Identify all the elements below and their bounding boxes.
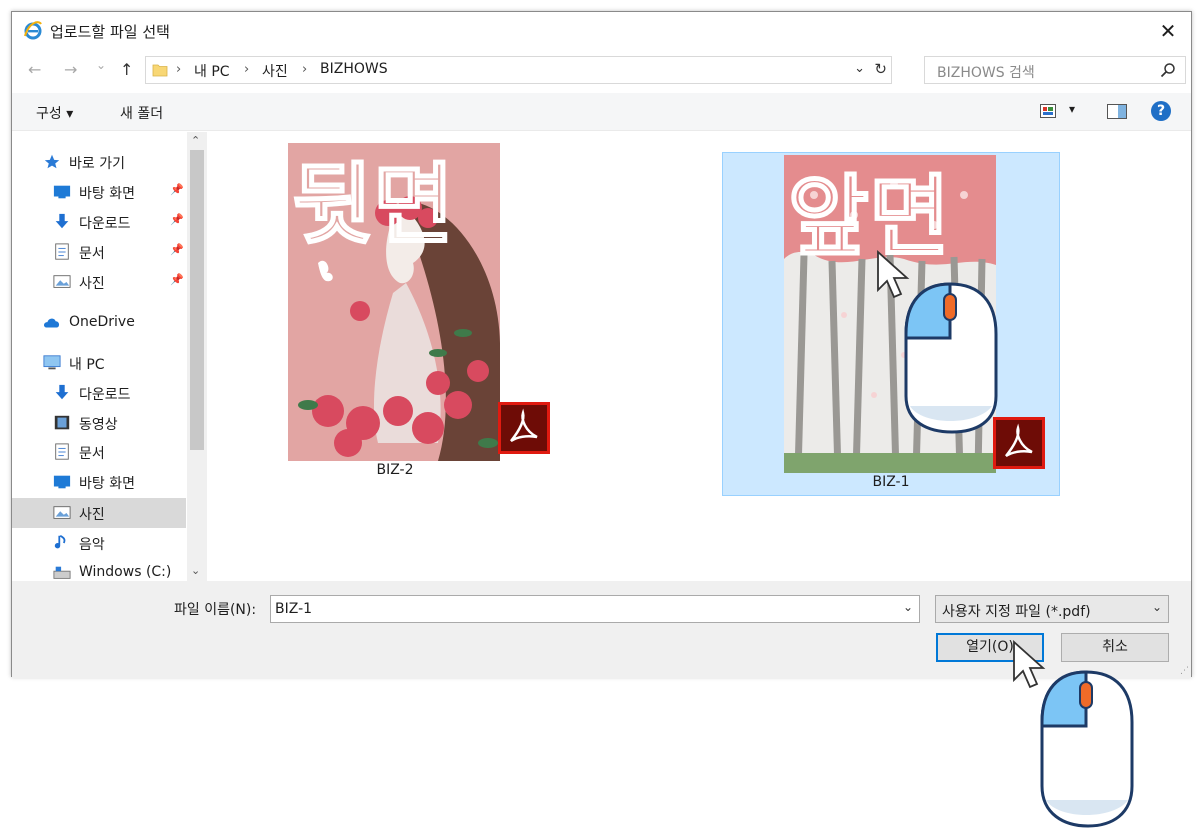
pdf-icon (498, 402, 550, 454)
sidebar-item-label: OneDrive (69, 314, 135, 330)
sidebar-item[interactable]: 바로 가기 (12, 147, 186, 177)
navigation-scrollbar[interactable]: ⌃ ⌄ (187, 132, 207, 581)
file-thumbnail: 뒷면 (288, 143, 500, 461)
sidebar-item-label: 문서 (79, 446, 105, 462)
sidebar-item[interactable]: 동영상 (12, 408, 186, 438)
sidebar-item-label: 사진 (79, 276, 105, 292)
filetype-dropdown-icon[interactable]: ⌄ (1152, 600, 1162, 614)
sidebar-item-label: 사진 (79, 507, 105, 523)
download-icon (55, 384, 69, 400)
filetype-select[interactable]: 사용자 지정 파일 (*.pdf) ⌄ (935, 595, 1169, 623)
pc-icon (43, 355, 61, 370)
file-name: BIZ-2 (376, 462, 414, 478)
preview-pane-icon[interactable] (1107, 104, 1127, 119)
sidebar-item-label: 다운로드 (79, 387, 131, 403)
address-bar[interactable]: › 내 PC › 사진 › BIZHOWS ⌄ ↻ (145, 56, 892, 84)
help-icon[interactable]: ? (1151, 101, 1171, 121)
organize-button[interactable]: 구성 ▾ (36, 103, 73, 123)
view-dropdown-icon[interactable]: ▾ (1069, 102, 1075, 116)
sidebar-item[interactable]: 음악 (12, 528, 186, 558)
sidebar-item-label: 바로 가기 (69, 156, 125, 172)
sidebar-item[interactable]: 바탕 화면 📌 (12, 177, 186, 207)
music-icon (54, 534, 66, 549)
internet-explorer-icon (24, 21, 42, 40)
video-icon (54, 415, 70, 430)
file-view: 뒷면 BIZ-2 앞면 BIZ-1 (208, 132, 1192, 581)
cover-text: 뒷면 (292, 153, 454, 256)
breadcrumb-bizhows[interactable]: BIZHOWS (320, 61, 388, 77)
file-open-dialog: 업로드할 파일 선택 ✕ ← → ⌄ ↑ › 내 PC › 사진 › BIZHO… (11, 11, 1192, 678)
sidebar-item[interactable]: 바탕 화면 (12, 467, 186, 497)
close-button[interactable]: ✕ (1145, 12, 1191, 50)
scroll-down-icon[interactable]: ⌄ (191, 564, 200, 577)
star-icon (44, 154, 60, 169)
view-options-icon[interactable] (1040, 104, 1056, 118)
new-folder-button[interactable]: 새 폴더 (120, 103, 163, 123)
sidebar-item[interactable]: 다운로드 (12, 378, 186, 408)
navigation-pane: 바로 가기바탕 화면 📌 다운로드 📌 문서 📌 사진 📌 OneDrive 내 PC 다운로드동영… (12, 132, 207, 581)
up-button[interactable]: ↑ (120, 60, 133, 79)
sidebar-item-label: 음악 (79, 537, 105, 553)
pin-icon: 📌 (170, 243, 184, 256)
pin-icon: 📌 (170, 273, 184, 286)
scrollbar-thumb[interactable] (190, 150, 204, 450)
desktop-icon (53, 185, 71, 199)
window-title: 업로드할 파일 선택 (50, 23, 170, 41)
mouse-click-illustration (1013, 639, 1134, 828)
sidebar-item-label: 바탕 화면 (79, 476, 135, 492)
download-icon (55, 213, 69, 229)
refresh-icon[interactable]: ↻ (874, 60, 887, 78)
document-icon (55, 243, 69, 260)
navigation-bar: ← → ⌄ ↑ › 내 PC › 사진 › BIZHOWS ⌄ ↻ BIZHOW… (12, 52, 1191, 90)
sidebar-item[interactable]: Windows (C:) (12, 558, 186, 581)
filename-dropdown-icon[interactable]: ⌄ (903, 600, 913, 614)
scroll-up-icon[interactable]: ⌃ (191, 134, 200, 147)
sidebar-item-label: 바탕 화면 (79, 186, 135, 202)
sidebar-item-label: 동영상 (79, 417, 118, 433)
pin-icon: 📌 (170, 213, 184, 226)
forward-button[interactable]: → (64, 60, 77, 79)
sidebar-item-label: Windows (C:) (79, 564, 172, 580)
file-item[interactable]: 뒷면 BIZ-2 (288, 140, 550, 484)
breadcrumb-chevron-icon: › (302, 62, 308, 77)
filetype-value[interactable]: 사용자 지정 파일 (*.pdf) (942, 601, 1091, 621)
sidebar-item-label: 다운로드 (79, 216, 131, 232)
mouse-click-illustration (877, 249, 998, 434)
file-name: BIZ-1 (872, 474, 910, 490)
sidebar-item[interactable]: OneDrive (12, 308, 186, 338)
breadcrumb-chevron-icon: › (176, 62, 182, 77)
sidebar-item[interactable]: 다운로드 📌 (12, 207, 186, 237)
filename-label: 파일 이름(N): (174, 602, 257, 618)
cloud-icon (44, 318, 60, 328)
breadcrumb-this-pc[interactable]: 내 PC (194, 61, 230, 81)
filename-input[interactable]: BIZ-1 ⌄ (270, 595, 920, 623)
desktop-icon (53, 475, 71, 489)
address-dropdown-icon[interactable]: ⌄ (854, 61, 865, 76)
breadcrumb-pictures[interactable]: 사진 (262, 61, 288, 81)
search-box[interactable]: BIZHOWS 검색 (924, 56, 1186, 84)
search-input[interactable]: BIZHOWS 검색 (937, 62, 1035, 82)
pictures-icon (53, 275, 71, 288)
drive-icon (53, 566, 71, 579)
sidebar-item-label: 내 PC (69, 357, 105, 373)
filename-value[interactable]: BIZ-1 (275, 601, 312, 617)
sidebar-item[interactable]: 내 PC (12, 348, 186, 378)
back-button[interactable]: ← (28, 60, 41, 79)
flower-girl-artwork: 뒷면 (288, 143, 500, 461)
sidebar-item-label: 문서 (79, 246, 105, 262)
pin-icon: 📌 (170, 183, 184, 196)
sidebar-item[interactable]: 문서 📌 (12, 237, 186, 267)
sidebar-item[interactable]: 사진 (12, 498, 186, 528)
recent-locations-button[interactable]: ⌄ (96, 58, 106, 72)
sidebar-item[interactable]: 사진 📌 (12, 267, 186, 297)
pictures-icon (53, 506, 71, 519)
title-bar: 업로드할 파일 선택 ✕ (12, 12, 1191, 50)
document-icon (55, 443, 69, 460)
folder-icon (152, 64, 168, 77)
sidebar-item[interactable]: 문서 (12, 437, 186, 467)
command-toolbar: 구성 ▾ 새 폴더 ▾ ? (12, 93, 1191, 131)
resize-grip-icon[interactable]: ⋰ (1180, 666, 1189, 676)
breadcrumb-chevron-icon: › (244, 62, 250, 77)
search-icon[interactable] (1160, 62, 1176, 78)
